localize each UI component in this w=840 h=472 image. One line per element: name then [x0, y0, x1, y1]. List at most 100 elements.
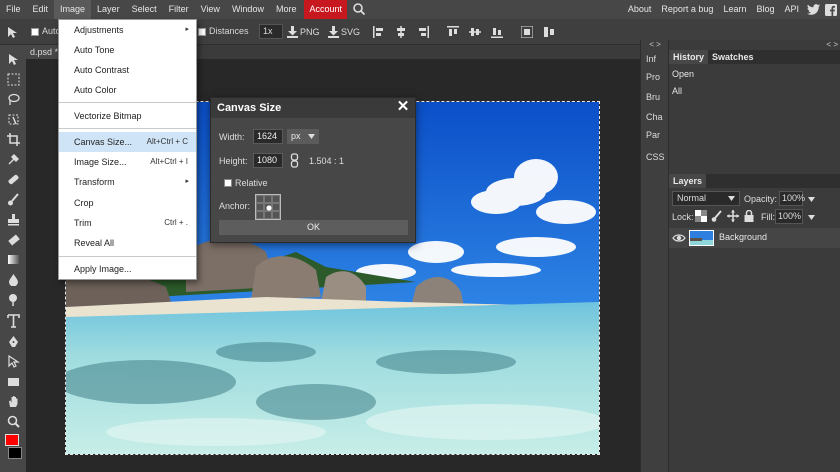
lasso-tool[interactable]: [4, 91, 22, 107]
link-blog[interactable]: Blog: [751, 0, 779, 19]
hand-tool[interactable]: [4, 393, 22, 409]
collapse-toggle-icon[interactable]: < >: [641, 40, 669, 50]
anchor-cell[interactable]: [264, 211, 272, 219]
zoom-tool[interactable]: [4, 413, 22, 429]
collapse-toggle-icon[interactable]: < >: [826, 40, 838, 49]
anchor-cell-center[interactable]: [264, 203, 272, 211]
anchor-cell[interactable]: [256, 211, 264, 219]
crop-tool[interactable]: [4, 131, 22, 147]
stamp-tool[interactable]: [4, 211, 22, 227]
eraser-tool[interactable]: [4, 231, 22, 247]
lock-transparency-icon[interactable]: [695, 210, 707, 222]
anchor-cell[interactable]: [272, 195, 280, 203]
align-middle-icon[interactable]: [469, 26, 481, 38]
eye-icon[interactable]: [672, 231, 686, 245]
tab-paragraph[interactable]: Par: [643, 126, 667, 144]
anchor-cell[interactable]: [256, 195, 264, 203]
healing-tool[interactable]: [4, 171, 22, 187]
menu-layer[interactable]: Layer: [91, 0, 126, 19]
menu-edit[interactable]: Edit: [27, 0, 55, 19]
tab-history[interactable]: History: [669, 50, 709, 64]
dodge-tool[interactable]: [4, 291, 22, 307]
opacity-input[interactable]: 100%: [779, 191, 805, 206]
account-button[interactable]: Account: [304, 0, 347, 19]
fill-input[interactable]: 100%: [775, 209, 803, 224]
brush-tool[interactable]: [4, 191, 22, 207]
menu-file[interactable]: File: [0, 0, 27, 19]
tab-info[interactable]: Inf: [643, 50, 667, 68]
eyedropper-tool[interactable]: [4, 151, 22, 167]
menu-item-vectorize-bitmap[interactable]: Vectorize Bitmap: [59, 106, 196, 126]
marquee-tool[interactable]: [4, 71, 22, 87]
anchor-grid[interactable]: [255, 194, 281, 220]
anchor-cell[interactable]: [256, 203, 264, 211]
ok-button[interactable]: OK: [219, 220, 408, 235]
close-icon[interactable]: ✕: [396, 99, 410, 114]
width-input[interactable]: 1624: [253, 129, 283, 144]
unit-select[interactable]: px: [287, 129, 319, 144]
menu-more[interactable]: More: [270, 0, 303, 19]
align-center-h-icon[interactable]: [395, 26, 407, 38]
lock-pixels-icon[interactable]: [711, 210, 723, 222]
menu-item-crop[interactable]: Crop: [59, 193, 196, 213]
twitter-icon[interactable]: [806, 3, 820, 17]
menu-item-trim[interactable]: Trim Ctrl + .: [59, 213, 196, 233]
menu-filter[interactable]: Filter: [163, 0, 195, 19]
link-about[interactable]: About: [623, 0, 657, 19]
layer-row[interactable]: Background: [669, 228, 840, 248]
menu-image[interactable]: Image: [54, 0, 92, 19]
menu-window[interactable]: Window: [226, 0, 270, 19]
align-top-icon[interactable]: [447, 26, 459, 38]
export-png-button[interactable]: PNG: [287, 24, 320, 39]
tab-swatches[interactable]: Swatches: [708, 50, 758, 64]
menu-item-transform[interactable]: Transform ▸: [59, 172, 196, 192]
background-color-swatch[interactable]: [8, 447, 22, 459]
tab-css[interactable]: CSS: [643, 148, 667, 166]
anchor-cell[interactable]: [264, 195, 272, 203]
blur-tool[interactable]: [4, 271, 22, 287]
tab-layers[interactable]: Layers: [669, 174, 707, 188]
pen-tool[interactable]: [4, 333, 22, 349]
distribute-h-icon[interactable]: [543, 26, 555, 38]
align-right-icon[interactable]: [417, 26, 429, 38]
menu-item-adjustments[interactable]: Adjustments ▸: [59, 20, 196, 40]
link-report-bug[interactable]: Report a bug: [656, 0, 718, 19]
menu-item-auto-contrast[interactable]: Auto Contrast: [59, 60, 196, 80]
align-left-icon[interactable]: [373, 26, 385, 38]
height-input[interactable]: 1080: [253, 153, 283, 168]
history-item-all[interactable]: All: [669, 83, 840, 99]
anchor-cell[interactable]: [272, 203, 280, 211]
menu-item-canvas-size[interactable]: Canvas Size... Alt+Ctrl + C: [59, 132, 196, 152]
history-item-open[interactable]: Open: [669, 66, 840, 82]
fill-dropdown-icon[interactable]: [808, 215, 815, 220]
distribute-icon[interactable]: [520, 25, 534, 39]
align-bottom-icon[interactable]: [491, 26, 503, 38]
opacity-dropdown-icon[interactable]: [808, 197, 815, 202]
tab-brush[interactable]: Bru: [643, 88, 667, 106]
distances-checkbox[interactable]: [198, 28, 206, 36]
menu-item-image-size[interactable]: Image Size... Alt+Ctrl + I: [59, 152, 196, 172]
link-learn[interactable]: Learn: [718, 0, 751, 19]
menu-item-apply-image[interactable]: Apply Image...: [59, 259, 196, 279]
shape-tool[interactable]: [4, 373, 22, 389]
facebook-icon[interactable]: [824, 3, 838, 17]
foreground-color-swatch[interactable]: [5, 434, 19, 446]
quick-selection-tool[interactable]: [4, 111, 22, 127]
link-proportions-icon[interactable]: [290, 153, 299, 168]
link-api[interactable]: API: [779, 0, 804, 19]
export-scale-select[interactable]: 1x: [259, 24, 283, 39]
search-icon[interactable]: [351, 0, 367, 19]
menu-select[interactable]: Select: [126, 0, 163, 19]
tab-character[interactable]: Cha: [643, 108, 667, 126]
export-svg-button[interactable]: SVG: [328, 24, 360, 39]
lock-position-icon[interactable]: [727, 210, 739, 222]
menu-item-auto-tone[interactable]: Auto Tone: [59, 40, 196, 60]
menu-view[interactable]: View: [195, 0, 226, 19]
move-tool[interactable]: [4, 51, 22, 67]
tab-properties[interactable]: Pro: [643, 68, 667, 86]
blend-mode-select[interactable]: Normal: [672, 191, 740, 206]
anchor-cell[interactable]: [272, 211, 280, 219]
lock-all-icon[interactable]: [743, 209, 755, 222]
gradient-tool[interactable]: [4, 251, 22, 267]
menu-item-reveal-all[interactable]: Reveal All: [59, 233, 196, 253]
